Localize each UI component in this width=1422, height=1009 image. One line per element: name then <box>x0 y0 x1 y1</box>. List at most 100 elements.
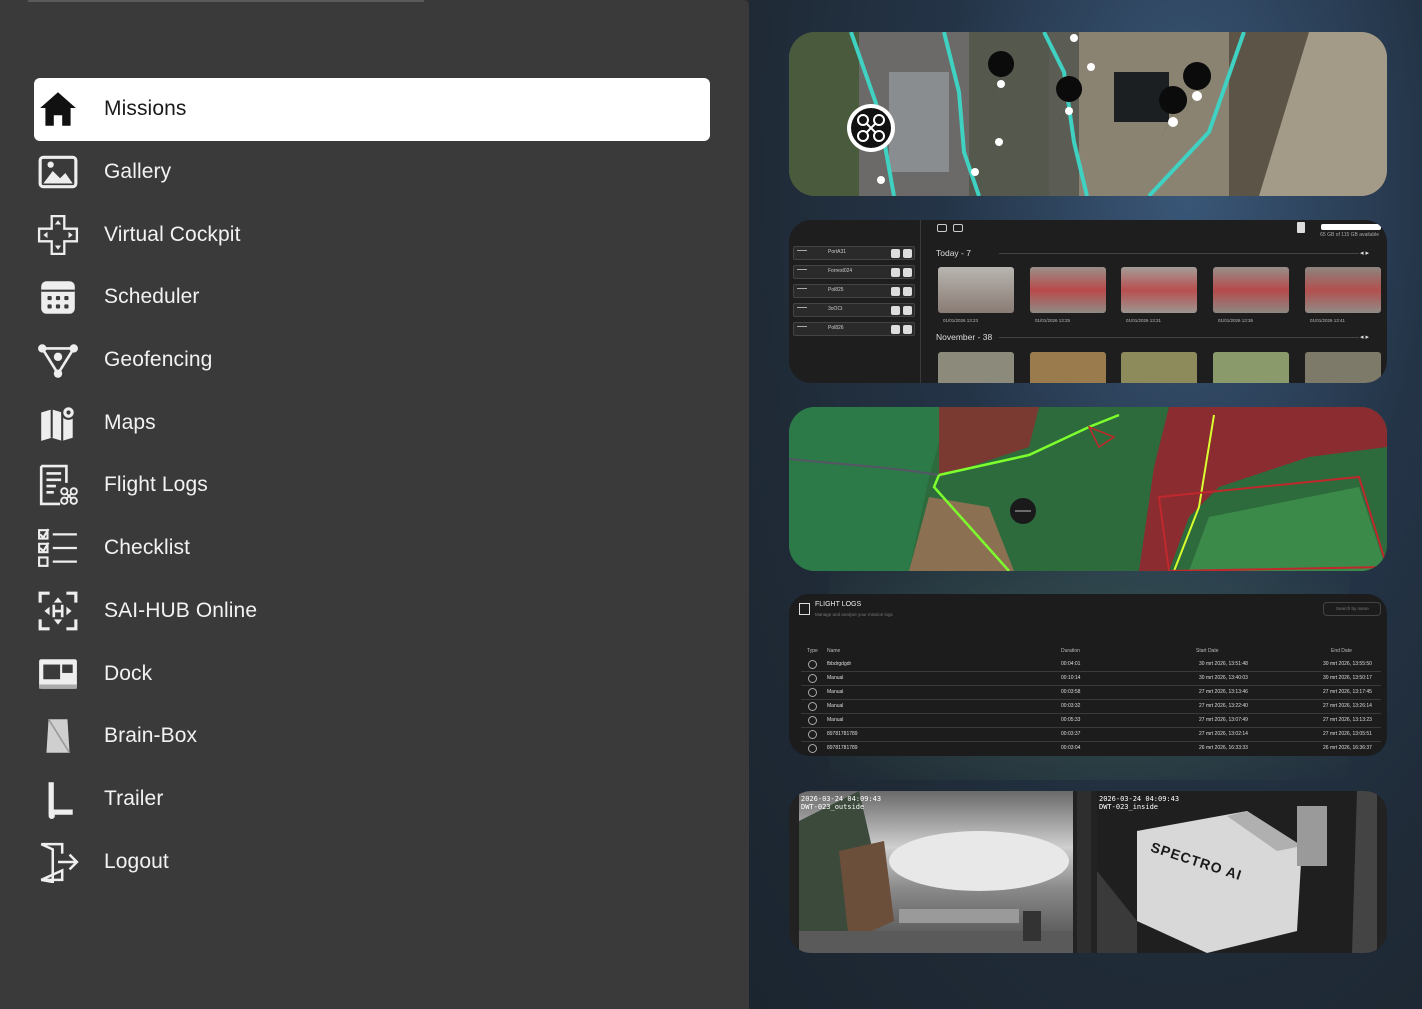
thumbnail[interactable] <box>938 352 1014 383</box>
search-placeholder: Search by name <box>1336 606 1369 611</box>
log-name: 89781781789 <box>827 745 858 751</box>
download-icon[interactable] <box>903 268 912 277</box>
column-header-name[interactable]: Name <box>827 648 840 654</box>
thumbnail[interactable] <box>1030 352 1106 383</box>
brainbox-icon <box>36 714 80 758</box>
drone-type-icon <box>808 660 817 669</box>
sidebar-item-maps[interactable]: Maps <box>34 391 710 454</box>
thumbnail[interactable] <box>1305 267 1381 313</box>
table-row[interactable]: 89781781789 00:03:04 26 mrt 2026, 16:33:33… <box>801 742 1381 756</box>
sidebar-item-logout[interactable]: Logout <box>34 830 710 893</box>
thumbnail-caption: 01/01/2026 13:41 <box>1310 318 1346 323</box>
delete-icon[interactable] <box>891 249 900 258</box>
delete-icon[interactable] <box>891 306 900 315</box>
table-row[interactable]: Manual 00:03:32 27 mrt 2026, 13:22:40 27 mr… <box>801 700 1381 714</box>
column-header-duration[interactable]: Duration <box>1061 648 1080 654</box>
log-start: 27 mrt 2026, 13:13:46 <box>1199 689 1248 695</box>
log-start: 27 mrt 2026, 13:02:14 <box>1199 731 1248 737</box>
feed-divider <box>1077 791 1091 953</box>
sidebar-item-geofencing[interactable]: Geofencing <box>34 329 710 392</box>
camera-feed-inside[interactable]: SPECTRO AI 2026-03-24 04:09:43 DWT-023_in… <box>1097 791 1377 953</box>
table-row[interactable]: Manual 00:03:58 27 mrt 2026, 13:13:46 27 mr… <box>801 686 1381 700</box>
sidebar-item-flight-logs[interactable]: Flight Logs <box>34 454 710 517</box>
log-duration: 00:03:32 <box>1061 703 1081 709</box>
divider <box>999 337 1359 338</box>
group-header: Today - 7 <box>936 248 971 258</box>
sidebar-item-trailer[interactable]: Trailer <box>34 768 710 831</box>
table-row[interactable]: fbbdrgdgdr 00:04:01 30 mrt 2026, 13:51:48 3… <box>801 658 1381 672</box>
flight-log-icon <box>799 603 810 615</box>
log-duration: 00:03:04 <box>1061 745 1081 751</box>
log-duration: 00:03:37 <box>1061 731 1081 737</box>
timestamp-text: 2026-03-24 04:09:43 <box>801 795 882 803</box>
camera-name: DWT-023_outside <box>801 803 865 811</box>
sidebar-item-scheduler[interactable]: Scheduler <box>34 266 710 329</box>
storage-bar <box>1321 224 1381 230</box>
search-input[interactable]: Search by name <box>1323 602 1381 616</box>
drone-name: Pol825 <box>828 287 844 293</box>
log-name: Manual <box>827 689 844 695</box>
photo-filter-icon[interactable] <box>953 224 963 232</box>
home-icon <box>36 87 80 131</box>
thumbnail[interactable] <box>1121 352 1197 383</box>
table-row[interactable]: 89781781789 00:03:37 27 mrt 2026, 13:02:14… <box>801 728 1381 742</box>
log-end: 30 mrt 2026, 13:55:50 <box>1323 661 1372 667</box>
sidebar-item-label: Logout <box>104 849 169 873</box>
list-item[interactable]: Pol825 <box>793 284 915 298</box>
sidebar-item-virtual-cockpit[interactable]: Virtual Cockpit <box>34 203 710 266</box>
geofence-map-image <box>789 407 1387 571</box>
log-end: 26 mrt 2026, 16:36:37 <box>1323 745 1372 751</box>
video-filter-icon[interactable] <box>937 224 947 232</box>
log-duration: 00:04:01 <box>1061 661 1081 667</box>
top-divider <box>28 0 424 2</box>
thumbnail-caption: 01/01/2026 13:23 <box>943 318 979 323</box>
download-icon[interactable] <box>903 325 912 334</box>
table-row[interactable]: Manual 00:10:14 30 mrt 2026, 13:40:03 30 mr… <box>801 672 1381 686</box>
sidebar-item-label: Flight Logs <box>104 473 208 497</box>
calendar-icon <box>36 275 80 319</box>
log-duration: 00:03:58 <box>1061 689 1081 695</box>
helipad-icon <box>36 589 80 633</box>
thumbnail[interactable] <box>1213 352 1289 383</box>
delete-icon[interactable] <box>891 287 900 296</box>
sidebar-item-label: Maps <box>104 410 156 434</box>
list-item[interactable]: 3oOCt <box>793 303 915 317</box>
sidebar-item-label: Virtual Cockpit <box>104 222 241 246</box>
sidebar-item-dock[interactable]: Dock <box>34 642 710 705</box>
timestamp-text: 2026-03-24 04:09:43 <box>1099 795 1180 803</box>
list-item[interactable]: PortA31 <box>793 246 915 260</box>
download-icon[interactable] <box>903 249 912 258</box>
sidebar-item-label: Brain-Box <box>104 724 198 748</box>
thumbnail[interactable] <box>1030 267 1106 313</box>
sidebar-item-label: Scheduler <box>104 285 200 309</box>
prev-next-icon[interactable]: ◂ ▸ <box>1360 333 1369 341</box>
column-header-start[interactable]: Start Date <box>1196 648 1219 654</box>
log-name: Manual <box>827 675 844 681</box>
sidebar-item-checklist[interactable]: Checklist <box>34 517 710 580</box>
dock-icon <box>36 652 80 696</box>
delete-icon[interactable] <box>891 268 900 277</box>
thumbnail[interactable] <box>1213 267 1289 313</box>
sidebar-item-brain-box[interactable]: Brain-Box <box>34 705 710 768</box>
list-item[interactable]: Forrest024 <box>793 265 915 279</box>
thumbnail[interactable] <box>1305 352 1381 383</box>
list-item[interactable]: Pol826 <box>793 322 915 336</box>
log-name: 89781781789 <box>827 731 858 737</box>
mission-map-preview <box>789 32 1387 196</box>
column-header-type[interactable]: Type <box>807 648 818 654</box>
download-icon[interactable] <box>903 287 912 296</box>
camera-feed-outside[interactable]: 2026-03-24 04:09:43 DWT-023_outside <box>799 791 1073 953</box>
sidebar-item-gallery[interactable]: Gallery <box>34 141 710 204</box>
prev-next-icon[interactable]: ◂ ▸ <box>1360 249 1369 257</box>
sidebar-item-sai-hub-online[interactable]: SAI-HUB Online <box>34 580 710 643</box>
flight-logs-preview: FLIGHT LOGS Manage and analyse your miss… <box>789 594 1387 756</box>
delete-icon[interactable] <box>891 325 900 334</box>
table-row[interactable]: Manual 00:05:33 27 mrt 2026, 13:07:49 27 mr… <box>801 714 1381 728</box>
sidebar-item-missions[interactable]: Missions <box>34 78 710 141</box>
column-header-end[interactable]: End Date <box>1331 648 1352 654</box>
download-icon[interactable] <box>903 306 912 315</box>
thumbnail[interactable] <box>1121 267 1197 313</box>
drone-name: Forrest024 <box>828 268 853 274</box>
geofence-icon <box>36 338 80 382</box>
thumbnail[interactable] <box>938 267 1014 313</box>
